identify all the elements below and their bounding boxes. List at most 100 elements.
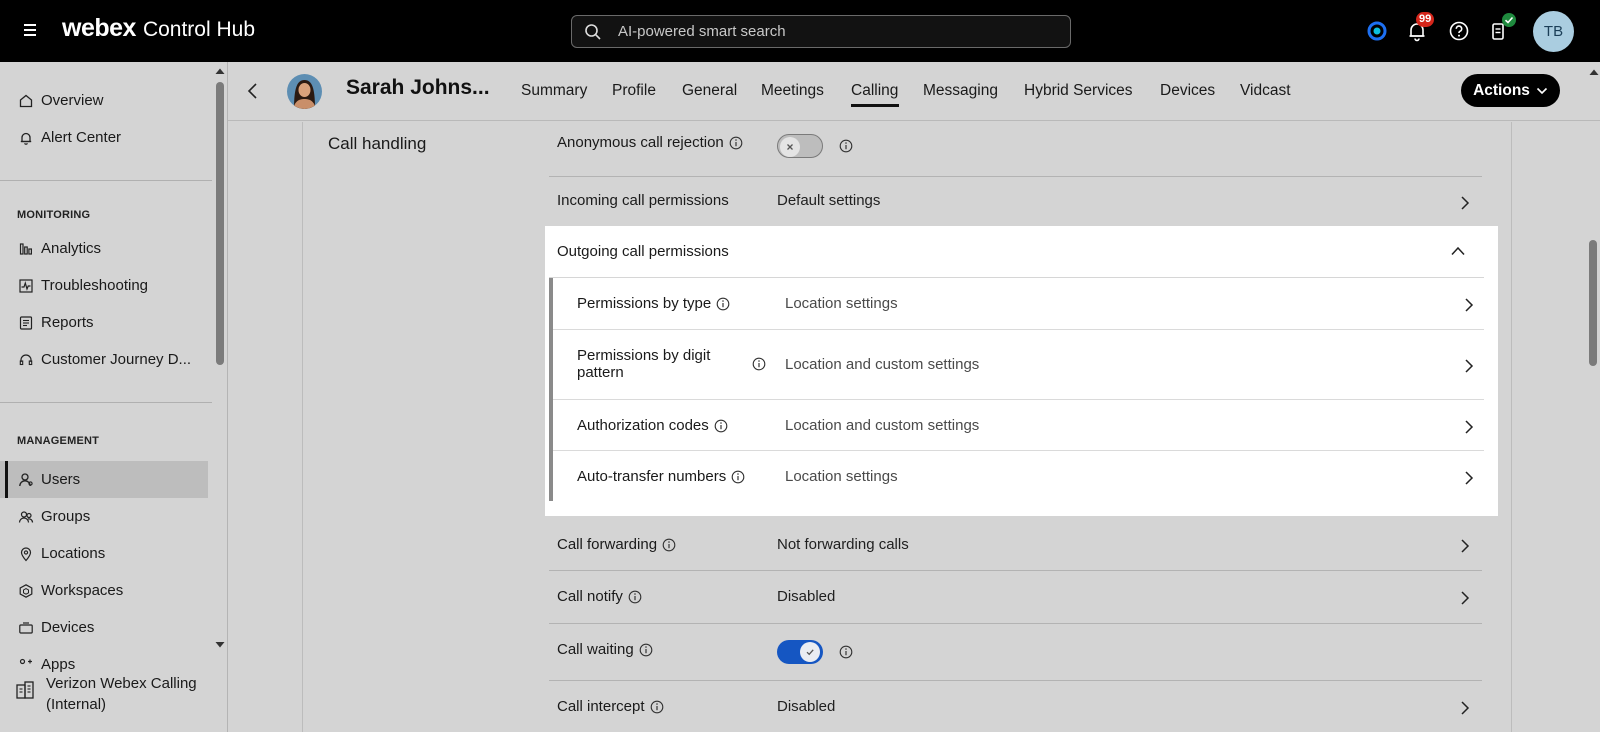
location-pin-icon [18,546,34,562]
info-icon[interactable] [839,139,853,153]
sidebar-item-analytics[interactable]: Analytics [0,230,208,267]
actions-label: Actions [1473,81,1530,99]
active-tab-underline [851,104,899,107]
tab-messaging[interactable]: Messaging [923,82,998,100]
setting-value: Default settings [777,192,881,209]
sidebar-item-locations[interactable]: Locations [0,535,208,572]
call-waiting-toggle[interactable] [777,640,823,664]
brand-logo[interactable]: webex Control Hub [62,14,255,43]
chevron-right-icon[interactable] [1460,700,1470,716]
info-icon[interactable] [639,643,653,657]
management-section-label: MANAGEMENT [17,435,100,447]
main-scroll-up-arrow-icon[interactable] [1588,67,1600,77]
info-icon[interactable] [650,700,664,714]
setting-value: Location settings [785,468,898,485]
setting-label-text: Call forwarding [557,536,658,553]
tab-meetings[interactable]: Meetings [761,82,824,100]
search-placeholder: AI-powered smart search [618,23,786,40]
info-icon[interactable] [662,538,676,552]
search-icon [584,23,602,41]
sidebar-item-label: Alert Center [41,129,122,146]
hamburger-menu-icon[interactable] [22,20,40,40]
sidebar-item-label: Overview [41,92,104,109]
tab-vidcast[interactable]: Vidcast [1240,82,1291,100]
setting-label-text: Call waiting [557,641,634,658]
anonymous-call-rejection-row: Anonymous call rejection [549,122,1482,177]
setting-label: Auto-transfer numbers [577,468,745,485]
sidebar-item-devices[interactable]: Devices [0,609,208,646]
sidebar-item-alert-center[interactable]: Alert Center [0,119,208,156]
setting-label: Permissions by digit pattern [577,347,777,381]
chevron-right-icon[interactable] [1460,590,1470,606]
chevron-right-icon[interactable] [1464,470,1474,486]
sidebar-item-label: Reports [41,314,94,331]
org-switcher[interactable]: Verizon Webex Calling (Internal) [0,665,212,732]
back-arrow-icon[interactable] [246,82,260,100]
chevron-right-icon[interactable] [1464,419,1474,435]
setting-value: Location and custom settings [785,417,980,434]
sidebar-item-label: Groups [41,508,91,525]
info-icon[interactable] [714,419,728,433]
tab-profile[interactable]: Profile [612,82,656,100]
chevron-right-icon[interactable] [1464,358,1474,374]
user-avatar[interactable]: TB [1533,11,1574,52]
brand-control-hub: Control Hub [142,18,255,41]
scroll-up-arrow-icon[interactable] [214,66,226,76]
sidebar-item-label: Analytics [41,240,102,257]
smart-search-input[interactable]: AI-powered smart search [571,15,1071,48]
chevron-down-icon [1536,87,1548,95]
sidebar-item-groups[interactable]: Groups [0,498,208,535]
chevron-up-icon[interactable] [1450,246,1466,256]
user-icon [18,472,34,488]
sidebar-scrollbar-thumb[interactable] [216,82,224,365]
outgoing-call-permissions-header[interactable]: Outgoing call permissions [545,226,1498,278]
sidebar-item-workspaces[interactable]: Workspaces [0,572,208,609]
setting-label-text: Auto-transfer numbers [577,468,727,485]
sidebar-item-overview[interactable]: Overview [0,82,208,119]
webex-app-icon[interactable] [1366,20,1388,42]
call-notify-row[interactable]: Call notify Disabled [549,571,1482,624]
info-icon[interactable] [628,590,642,604]
brand-webex: webex [62,14,136,42]
setting-label: Permissions by type [577,295,730,312]
chevron-right-icon[interactable] [1460,195,1470,211]
incoming-call-permissions-row[interactable]: Incoming call permissions Default settin… [549,177,1482,227]
setting-label-text: Authorization codes [577,417,709,434]
authorization-codes-row[interactable]: Authorization codes Location and custom … [553,400,1484,451]
tab-calling[interactable]: Calling [851,82,898,100]
permissions-by-digit-pattern-row[interactable]: Permissions by digit pattern Location an… [553,330,1484,400]
setting-label-text: Call intercept [557,698,645,715]
main-scrollbar-thumb[interactable] [1589,240,1597,366]
setting-label-text: Permissions by digit pattern [577,347,711,381]
info-icon[interactable] [729,136,743,150]
permissions-by-type-row[interactable]: Permissions by type Location settings [553,278,1484,330]
user-detail-header: Sarah Johns... Summary Profile General M… [228,62,1600,121]
sidebar-item-reports[interactable]: Reports [0,304,208,341]
tab-devices[interactable]: Devices [1160,82,1215,100]
info-icon[interactable] [731,470,745,484]
chevron-right-icon[interactable] [1460,538,1470,554]
org-name: Verizon Webex Calling (Internal) [46,675,197,713]
anonymous-call-rejection-toggle[interactable] [777,134,823,158]
bar-chart-icon [18,241,34,257]
sidebar-item-troubleshooting[interactable]: Troubleshooting [0,267,208,304]
auto-transfer-numbers-row[interactable]: Auto-transfer numbers Location settings [553,451,1484,501]
help-icon[interactable] [1448,20,1470,42]
monitoring-section-label: MONITORING [17,209,91,221]
chevron-right-icon[interactable] [1464,297,1474,313]
actions-button[interactable]: Actions [1461,74,1560,107]
setting-label-text: Anonymous call rejection [557,134,724,151]
call-forwarding-row[interactable]: Call forwarding Not forwarding calls [549,519,1482,571]
call-intercept-row[interactable]: Call intercept Disabled [549,681,1482,732]
tab-general[interactable]: General [682,82,737,100]
scroll-down-arrow-icon[interactable] [214,640,226,650]
info-icon[interactable] [839,645,853,659]
info-icon[interactable] [752,357,766,371]
sidebar-item-users[interactable]: Users [0,461,208,498]
calling-settings-content: Call handling Anonymous call rejection I… [228,122,1584,732]
sidebar-item-customer-journey[interactable]: Customer Journey D... [0,341,208,378]
setting-value: Disabled [777,588,836,605]
info-icon[interactable] [716,297,730,311]
tab-hybrid-services[interactable]: Hybrid Services [1024,82,1133,100]
tab-summary[interactable]: Summary [521,82,587,100]
